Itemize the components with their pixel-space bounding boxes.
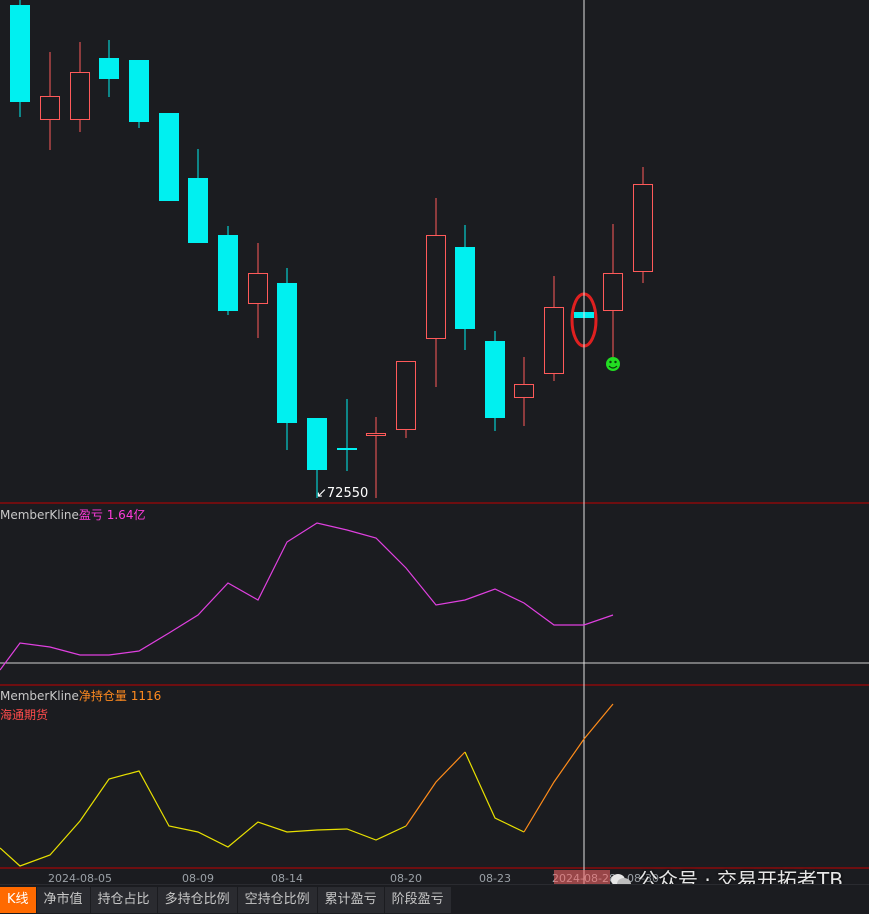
candle-body-down — [159, 113, 179, 201]
pnl-panel-label: MemberKline盈亏 1.64亿 — [0, 506, 145, 523]
price-low-value: 72550 — [326, 486, 369, 501]
candle-body-up — [544, 307, 564, 374]
candle-body-down — [99, 58, 119, 79]
candle-body-up — [426, 235, 446, 339]
candle-body-up — [514, 384, 534, 398]
bottom-tab-bar: K线 净市值 持仓占比 多持仓比例 空持仓比例 累计盈亏 阶段盈亏 — [0, 884, 869, 914]
position-line-highlight — [405, 751, 466, 827]
tab-kline[interactable]: K线 — [0, 886, 36, 913]
position-line-highlight — [523, 703, 614, 833]
date-axis-label: 2024-08-05 — [48, 872, 112, 884]
position-line — [0, 770, 407, 867]
pnl-line — [0, 522, 614, 671]
position-series-name: 净持仓量 — [78, 689, 127, 703]
candle-body-down — [455, 247, 475, 329]
date-axis-label: 08-09 — [182, 872, 214, 884]
candle-body-down — [129, 60, 149, 122]
candle-body-up — [396, 361, 416, 430]
tab-stage-pnl[interactable]: 阶段盈亏 — [384, 886, 451, 913]
candle-body-down — [485, 341, 505, 418]
candle-body-down — [218, 235, 238, 311]
date-axis-label: 08-20 — [390, 872, 422, 884]
candle-body-up — [603, 273, 623, 311]
candle-body-down — [188, 178, 208, 243]
pnl-series-value: 1.64亿 — [106, 508, 146, 522]
kline-chart[interactable]: 2024-08-0508-0908-1408-2008-232024-08-28… — [0, 0, 869, 884]
tab-position-share[interactable]: 持仓占比 — [90, 886, 157, 913]
candle-body-up — [366, 433, 386, 436]
candle-body-up — [248, 273, 268, 304]
member-name: 海通期货 — [0, 708, 49, 722]
candle-body-up — [40, 96, 60, 120]
position-line — [464, 751, 525, 833]
price-low-label: ↙72550 — [316, 486, 368, 501]
position-panel-label: MemberKline净持仓量 1116 — [0, 687, 161, 704]
smiley-icon — [606, 357, 620, 371]
candle-body-down — [337, 448, 357, 450]
position-indicator-name: MemberKline — [0, 689, 79, 703]
position-series-value: 1116 — [130, 689, 162, 703]
tab-short-ratio[interactable]: 空持仓比例 — [237, 886, 317, 913]
candle-body-down — [307, 418, 327, 470]
pnl-indicator-name: MemberKline — [0, 508, 79, 522]
date-axis-label: 08-14 — [271, 872, 303, 884]
candle-body-down — [277, 283, 297, 423]
smiley-eye — [609, 360, 612, 364]
candle-body-up — [70, 72, 90, 120]
price-low-arrow-icon: ↙ — [316, 486, 327, 501]
tab-cumulative-pnl[interactable]: 累计盈亏 — [317, 886, 384, 913]
candle-body-up — [633, 184, 653, 272]
pnl-series-name: 盈亏 — [78, 508, 103, 522]
date-axis-label: 08-23 — [479, 872, 511, 884]
candle-body-down — [10, 5, 30, 102]
tab-long-ratio[interactable]: 多持仓比例 — [157, 886, 237, 913]
cursor-date-highlight — [554, 870, 610, 884]
smiley-eye — [614, 360, 617, 364]
tab-net-market-value[interactable]: 净市值 — [36, 886, 90, 913]
